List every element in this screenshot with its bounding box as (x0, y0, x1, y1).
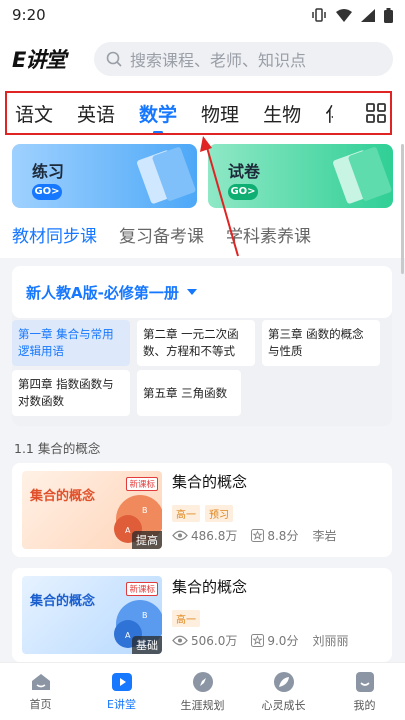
subject-tabs: 语文 英语 数学 物理 生物 化 (5, 91, 392, 135)
play-icon (111, 672, 132, 691)
view-count: 486.8万 (172, 527, 237, 544)
eye-icon (172, 635, 188, 646)
status-bar: 9:20 (0, 0, 405, 30)
svg-text:A: A (125, 526, 131, 535)
chapter-item-5[interactable]: 第五章 三角函数 (137, 370, 241, 416)
chapter-item-1[interactable]: 第一章 集合与常用逻辑用语 (12, 320, 130, 366)
course-meta: 506.0万 9.0分 刘丽丽 (172, 632, 348, 649)
course-tags: 高一 (172, 610, 200, 627)
course-score: 9.0分 (251, 632, 298, 649)
paper-go-button[interactable]: GO> (228, 184, 258, 200)
nav-home-label: 首页 (29, 697, 52, 711)
course-card[interactable]: 集合的概念 新课标 AB 基础 集合的概念 高一 506.0万 9.0分 刘丽丽 (12, 568, 392, 662)
course-card[interactable]: 集合的概念 新课标 AB 提高 集合的概念 高一 预习 486.8万 8.8分 … (12, 463, 392, 557)
course-type-tabs: 教材同步课 复习备考课 学科素养课 (0, 210, 405, 258)
view-count-text: 486.8万 (191, 529, 238, 543)
scrollbar[interactable] (401, 144, 404, 274)
chapter-item-2[interactable]: 第二章 一元二次函数、方程和不等式 (137, 320, 255, 366)
course-name: 集合的概念 (172, 473, 248, 491)
course-score: 8.8分 (251, 527, 298, 544)
bottom-nav: 首页 E讲堂 生涯规划 心灵成长 我的 (0, 662, 405, 720)
nav-career-label: 生涯规划 (180, 698, 225, 712)
nav-mind-growth[interactable]: 心灵成长 (243, 663, 324, 720)
level-badge: 提高 (132, 531, 162, 549)
book-illustration-icon (137, 147, 196, 204)
svg-text:A: A (125, 631, 131, 640)
battery-icon (384, 7, 393, 23)
course-tag: 高一 (172, 610, 200, 627)
course-tags: 高一 预习 (172, 505, 233, 522)
app-header: E讲堂 搜索课程、老师、知识点 (0, 30, 405, 88)
status-time: 9:20 (12, 6, 46, 24)
tab-textbook-sync[interactable]: 教材同步课 (12, 222, 97, 247)
nav-profile[interactable]: 我的 (324, 663, 405, 720)
level-badge: 基础 (132, 636, 162, 654)
status-icons (311, 7, 393, 23)
compass-icon (192, 671, 213, 692)
nav-profile-label: 我的 (353, 698, 376, 712)
course-tag: 高一 (172, 505, 200, 522)
star-icon (251, 634, 265, 647)
course-tag: 预习 (205, 505, 233, 522)
course-thumbnail: 集合的概念 新课标 AB 基础 (22, 576, 162, 654)
course-thumbnail: 集合的概念 新课标 AB 提高 (22, 471, 162, 549)
edition-selector[interactable]: 新人教A版-必修第一册 (12, 266, 392, 318)
practice-go-button[interactable]: GO> (32, 184, 62, 200)
home-icon (31, 673, 50, 690)
thumbnail-title: 集合的概念 (30, 594, 96, 609)
paper-card-title: 试卷 (228, 162, 261, 181)
edition-label: 新人教A版-必修第一册 (26, 283, 179, 302)
tab-subject-literacy[interactable]: 学科素养课 (226, 222, 311, 247)
nav-mind-growth-label: 心灵成长 (261, 698, 306, 712)
app-logo: E讲堂 (12, 48, 66, 72)
nav-career[interactable]: 生涯规划 (162, 663, 243, 720)
paper-card[interactable]: 试卷 GO> (208, 144, 393, 208)
wifi-icon (336, 8, 352, 22)
tab-review-prep[interactable]: 复习备考课 (119, 222, 204, 247)
section-title: 1.1 集合的概念 (14, 441, 101, 456)
chapter-item-3[interactable]: 第三章 函数的概念与性质 (262, 320, 380, 366)
eye-icon (172, 530, 188, 541)
course-name: 集合的概念 (172, 578, 248, 596)
search-icon (106, 51, 122, 67)
quick-cards: 练习 GO> 试卷 GO> (0, 140, 405, 210)
thumbnail-title: 集合的概念 (30, 489, 96, 504)
vibrate-icon (312, 8, 326, 22)
view-count: 506.0万 (172, 632, 237, 649)
profile-icon (355, 671, 374, 692)
practice-card-title: 练习 (32, 162, 65, 181)
nav-e-lecture[interactable]: E讲堂 (81, 663, 162, 720)
chapter-item-4[interactable]: 第四章 指数函数与对数函数 (12, 370, 130, 416)
signal-icon (361, 8, 375, 22)
star-icon (251, 529, 265, 542)
nav-home[interactable]: 首页 (0, 663, 81, 720)
leaf-icon (273, 671, 294, 692)
teacher-name: 刘丽丽 (312, 634, 349, 648)
practice-card[interactable]: 练习 GO> (12, 144, 197, 208)
chevron-down-icon (186, 289, 197, 295)
subject-tab-math[interactable]: 数学 (139, 100, 177, 133)
nav-e-lecture-label: E讲堂 (107, 697, 136, 711)
subject-tab-english[interactable]: 英语 (77, 100, 115, 127)
search-input[interactable]: 搜索课程、老师、知识点 (94, 42, 393, 76)
teacher-name: 李岩 (312, 529, 337, 543)
subject-tab-chemistry[interactable]: 化 (325, 100, 333, 127)
subject-bar: 语文 英语 数学 物理 生物 化 (0, 88, 405, 140)
grid-menu-icon[interactable] (366, 103, 386, 123)
svg-text:B: B (142, 506, 148, 515)
search-placeholder: 搜索课程、老师、知识点 (130, 51, 307, 70)
subject-tab-physics[interactable]: 物理 (201, 100, 239, 127)
main-content: 新人教A版-必修第一册 第一章 集合与常用逻辑用语 第二章 一元二次函数、方程和… (0, 258, 405, 662)
subject-tab-biology[interactable]: 生物 (263, 100, 301, 127)
score-text: 8.8分 (267, 529, 299, 543)
score-text: 9.0分 (267, 634, 299, 648)
svg-text:B: B (142, 611, 148, 620)
course-meta: 486.8万 8.8分 李岩 (172, 527, 336, 544)
view-count-text: 506.0万 (191, 634, 238, 648)
exam-illustration-icon (333, 147, 392, 204)
subject-tab-chinese[interactable]: 语文 (15, 100, 53, 127)
